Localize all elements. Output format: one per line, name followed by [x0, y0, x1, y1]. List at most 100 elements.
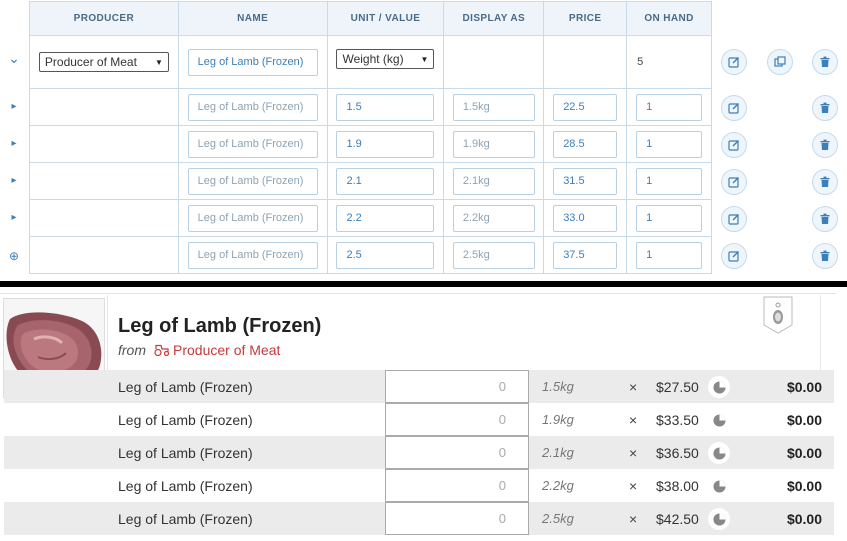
line-total: $0.00	[786, 510, 822, 527]
price-breakdown-icon[interactable]	[708, 442, 730, 464]
variant-price: $36.50	[656, 444, 699, 461]
price-breakdown-icon[interactable]	[708, 409, 730, 431]
variant-price-input[interactable]: 22.5	[553, 93, 618, 121]
edit-button[interactable]	[721, 49, 747, 75]
variant-display-input[interactable]: 1.9kg	[452, 130, 535, 158]
price-breakdown-icon[interactable]	[708, 475, 730, 497]
header-on-hand: ON HAND	[627, 2, 712, 35]
times-sign: ×	[629, 444, 638, 461]
product-tag-icon[interactable]	[762, 295, 794, 335]
variant-row: Leg of Lamb (Frozen) 2.2 2.2kg 33.0 1	[30, 200, 712, 237]
variant-table: PRODUCER NAME UNIT / VALUE DISPLAY AS PR…	[29, 1, 713, 274]
variant-name-input[interactable]: Leg of Lamb (Frozen)	[187, 241, 318, 269]
producer-select-value: Producer of Meat	[44, 55, 137, 69]
variant-value-input[interactable]: 1.9	[336, 130, 435, 158]
divider	[0, 293, 836, 294]
product-name-input[interactable]: Leg of Lamb (Frozen)	[187, 48, 318, 76]
variant-value-input[interactable]: 2.5	[336, 241, 435, 269]
variant-value-input[interactable]: 1.5	[336, 93, 435, 121]
clone-button[interactable]	[767, 49, 793, 75]
triangle-right-icon[interactable]: ▸	[6, 212, 22, 223]
variant-admin-panel: PRODUCER NAME UNIT / VALUE DISPLAY AS PR…	[0, 0, 847, 281]
variant-on-hand-input[interactable]: 1	[636, 130, 703, 158]
price-breakdown-icon[interactable]	[708, 508, 730, 530]
triangle-right-icon[interactable]: ▸	[6, 138, 22, 149]
product-from: from Producer of Meat	[118, 342, 280, 358]
times-sign: ×	[629, 510, 638, 527]
variant-row: Leg of Lamb (Frozen) 1.5 1.5kg 22.5 1	[30, 89, 712, 126]
storefront-product: Leg of Lamb (Frozen) from Producer of Me…	[0, 287, 847, 541]
chevron-down-icon[interactable]: ⌄	[6, 50, 22, 67]
quantity-input[interactable]: 0	[385, 469, 529, 502]
delete-button[interactable]	[812, 169, 838, 195]
variant-name: Leg of Lamb (Frozen)	[118, 477, 253, 494]
variant-name-input[interactable]: Leg of Lamb (Frozen)	[187, 167, 318, 195]
variant-display-input[interactable]: 1.5kg	[452, 93, 535, 121]
line-total: $0.00	[786, 378, 822, 395]
from-label: from	[118, 342, 146, 358]
edit-button[interactable]	[721, 169, 747, 195]
variant-price-input[interactable]: 31.5	[553, 167, 618, 195]
header-price: PRICE	[544, 2, 628, 35]
delete-button[interactable]	[812, 95, 838, 121]
dropdown-arrow-icon: ▼	[420, 54, 429, 64]
times-sign: ×	[629, 411, 638, 428]
header-producer: PRODUCER	[30, 2, 179, 35]
variant-display-input[interactable]: 2.5kg	[452, 241, 535, 269]
variant-price-input[interactable]: 28.5	[553, 130, 618, 158]
variant-list-item: Leg of Lamb (Frozen) 0 1.9kg × $33.50 $0…	[4, 403, 834, 436]
delete-button[interactable]	[812, 206, 838, 232]
variant-list-item: Leg of Lamb (Frozen) 0 2.1kg × $36.50 $0…	[4, 436, 834, 469]
header-name: NAME	[179, 2, 328, 35]
variant-name: Leg of Lamb (Frozen)	[118, 444, 253, 461]
divider	[820, 295, 821, 375]
variant-rows: Leg of Lamb (Frozen) 1.5 1.5kg 22.5 1 Le…	[30, 89, 712, 274]
edit-button[interactable]	[721, 95, 747, 121]
header-unit-value: UNIT / VALUE	[328, 2, 445, 35]
product-row: Producer of Meat ▼ Leg of Lamb (Frozen) …	[30, 36, 713, 89]
triangle-right-icon[interactable]: ▸	[6, 101, 22, 112]
edit-button[interactable]	[721, 206, 747, 232]
variant-price-input[interactable]: 33.0	[553, 204, 618, 232]
variant-on-hand-input[interactable]: 1	[636, 204, 703, 232]
plus-circle-icon[interactable]: ⊕	[6, 249, 22, 263]
quantity-input[interactable]: 0	[385, 403, 529, 436]
quantity-input[interactable]: 0	[385, 502, 529, 535]
producer-name: Producer of Meat	[173, 342, 281, 358]
variant-list-item: Leg of Lamb (Frozen) 0 2.2kg × $38.00 $0…	[4, 469, 834, 502]
quantity-input[interactable]: 0	[385, 436, 529, 469]
delete-button[interactable]	[812, 243, 838, 269]
variant-display-input[interactable]: 2.2kg	[452, 204, 535, 232]
variant-value-input[interactable]: 2.1	[336, 167, 435, 195]
variant-name: Leg of Lamb (Frozen)	[118, 411, 253, 428]
producer-select[interactable]: Producer of Meat ▼	[38, 52, 169, 72]
edit-button[interactable]	[721, 132, 747, 158]
price-breakdown-icon[interactable]	[708, 376, 730, 398]
delete-button[interactable]	[812, 132, 838, 158]
producer-link[interactable]: Producer of Meat	[154, 342, 280, 358]
variant-name-input[interactable]: Leg of Lamb (Frozen)	[187, 130, 318, 158]
line-total: $0.00	[786, 477, 822, 494]
variant-weight: 2.2kg	[542, 478, 574, 493]
variant-value-input[interactable]: 2.2	[336, 204, 435, 232]
quantity-input[interactable]: 0	[385, 370, 529, 403]
edit-button[interactable]	[721, 243, 747, 269]
variant-weight: 1.9kg	[542, 412, 574, 427]
variant-on-hand-input[interactable]: 1	[636, 241, 703, 269]
times-sign: ×	[629, 378, 638, 395]
variant-on-hand-input[interactable]: 1	[636, 93, 703, 121]
variant-price: $38.00	[656, 477, 699, 494]
variant-price: $33.50	[656, 411, 699, 428]
variant-on-hand-input[interactable]: 1	[636, 167, 703, 195]
variant-name-input[interactable]: Leg of Lamb (Frozen)	[187, 93, 318, 121]
delete-button[interactable]	[812, 49, 838, 75]
unit-select[interactable]: Weight (kg) ▼	[336, 49, 435, 69]
variant-name-input[interactable]: Leg of Lamb (Frozen)	[187, 204, 318, 232]
variant-display-input[interactable]: 2.1kg	[452, 167, 535, 195]
tractor-icon	[154, 344, 170, 356]
variant-row: Leg of Lamb (Frozen) 1.9 1.9kg 28.5 1	[30, 126, 712, 163]
header-display-as: DISPLAY AS	[444, 2, 545, 35]
variant-price: $27.50	[656, 378, 699, 395]
triangle-right-icon[interactable]: ▸	[6, 175, 22, 186]
variant-price-input[interactable]: 37.5	[553, 241, 618, 269]
